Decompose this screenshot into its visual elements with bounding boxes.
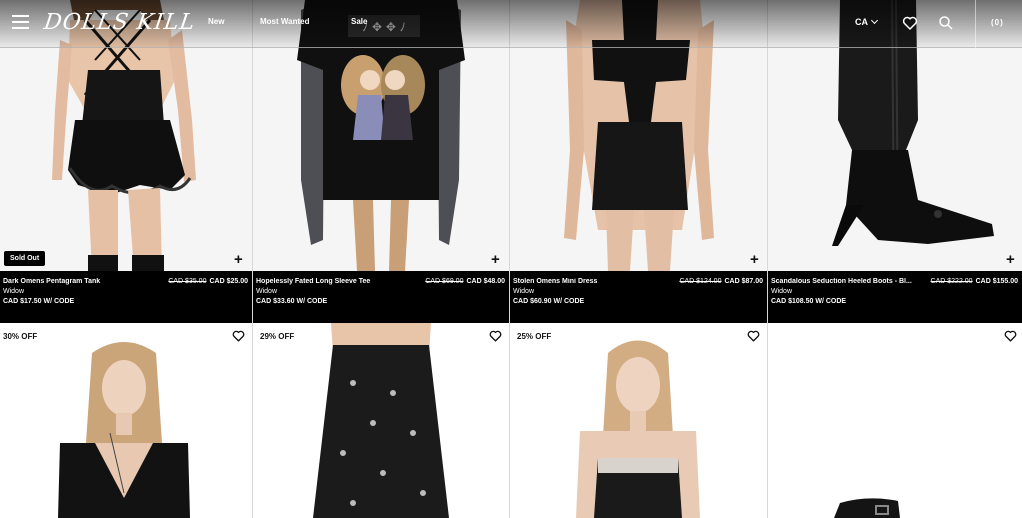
product-brand: Widow: [3, 288, 25, 295]
site-logo[interactable]: DOLLS KILL: [42, 10, 197, 35]
code-price: CAD $17.50 W/ CODE: [3, 298, 75, 305]
product-info[interactable]: Stolen Omens Mini Dress CAD $124.00 CAD $…: [510, 271, 767, 323]
region-selector[interactable]: CA: [855, 16, 879, 27]
region-label: CA: [855, 17, 868, 27]
grid-divider: [252, 0, 253, 518]
product-name[interactable]: Stolen Omens Mini Dress: [513, 278, 597, 285]
cart-button[interactable]: (0): [991, 18, 1004, 27]
product-card[interactable]: [0, 323, 252, 518]
original-price: CAD $35.00: [168, 278, 207, 285]
wishlist-heart-icon[interactable]: [1004, 330, 1017, 342]
wishlist-heart-icon[interactable]: [747, 330, 760, 342]
sale-price: CAD $155.00: [975, 278, 1018, 285]
product-photo-shoe: [768, 323, 1022, 518]
product-name[interactable]: Dark Omens Pentagram Tank: [3, 278, 100, 285]
product-photo-sheer-top: [0, 323, 252, 518]
wishlist-heart-icon[interactable]: [901, 14, 919, 32]
sale-price: CAD $48.00: [466, 278, 505, 285]
product-photo-floral-skirt: [253, 323, 509, 518]
product-brand: Widow: [771, 288, 793, 295]
chevron-down-icon: [870, 16, 879, 25]
discount-badge: 25% OFF: [517, 332, 552, 341]
quick-add-plus-icon[interactable]: +: [491, 251, 500, 268]
discount-badge: 29% OFF: [260, 332, 295, 341]
site-header: DOLLS KILL New Most Wanted Sale CA (0): [0, 0, 1022, 48]
discount-badge: 30% OFF: [3, 332, 38, 341]
sale-price: CAD $25.00: [209, 278, 248, 285]
nav-sale[interactable]: Sale: [351, 17, 367, 26]
nav-most-wanted[interactable]: Most Wanted: [260, 17, 309, 26]
header-divider: [975, 0, 976, 48]
product-name[interactable]: Hopelessly Fated Long Sleeve Tee: [256, 278, 370, 285]
product-info[interactable]: Scandalous Seduction Heeled Boots - Bl..…: [768, 271, 1022, 323]
product-brand: Widow: [513, 288, 535, 295]
quick-add-plus-icon[interactable]: +: [234, 251, 243, 268]
code-price: CAD $60.90 W/ CODE: [513, 298, 585, 305]
grid-divider: [767, 0, 768, 518]
wishlist-heart-icon[interactable]: [489, 330, 502, 342]
product-grid: Sold Out + Dark Omens Pentagram Tank CAD…: [0, 0, 1022, 518]
sale-price: CAD $87.00: [724, 278, 763, 285]
code-price: CAD $33.60 W/ CODE: [256, 298, 328, 305]
nav-new[interactable]: New: [208, 17, 224, 26]
product-brand: Widow: [256, 288, 278, 295]
grid-divider: [509, 0, 510, 518]
product-card[interactable]: [253, 323, 509, 518]
product-card[interactable]: ﾉ ✥ ✥ ﾉ + Hopelessly Fated Long Sleeve T…: [253, 0, 509, 323]
product-card[interactable]: Sold Out + Dark Omens Pentagram Tank CAD…: [0, 0, 252, 323]
sold-out-badge: Sold Out: [4, 251, 46, 266]
original-price: CAD $69.00: [425, 278, 464, 285]
product-card[interactable]: + Scandalous Seduction Heeled Boots - Bl…: [768, 0, 1022, 323]
original-price: CAD $222.00: [930, 278, 973, 285]
quick-add-plus-icon[interactable]: +: [750, 251, 759, 268]
product-info[interactable]: Dark Omens Pentagram Tank CAD $35.00 CAD …: [0, 271, 252, 323]
product-card[interactable]: + Stolen Omens Mini Dress CAD $124.00 CAD…: [510, 0, 767, 323]
wishlist-heart-icon[interactable]: [232, 330, 245, 342]
product-info[interactable]: Hopelessly Fated Long Sleeve Tee CAD $69…: [253, 271, 509, 323]
product-card[interactable]: [768, 323, 1022, 518]
code-price: CAD $108.50 W/ CODE: [771, 298, 847, 305]
menu-icon[interactable]: [12, 15, 29, 29]
product-card[interactable]: [510, 323, 767, 518]
original-price: CAD $124.00: [679, 278, 722, 285]
product-photo-lace-cami: [510, 323, 767, 518]
product-name[interactable]: Scandalous Seduction Heeled Boots - Bl..…: [771, 278, 912, 285]
search-icon[interactable]: [937, 14, 955, 32]
quick-add-plus-icon[interactable]: +: [1006, 251, 1015, 268]
